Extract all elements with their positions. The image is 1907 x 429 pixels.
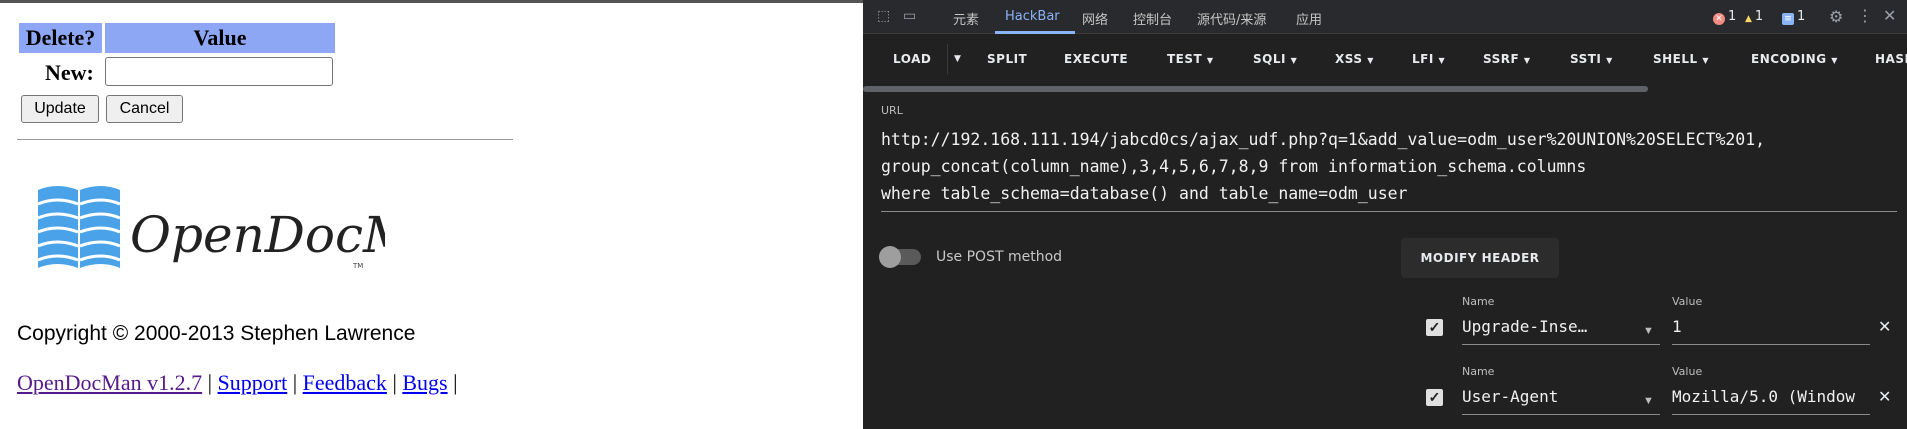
chevron-down-icon: ▼ xyxy=(1831,56,1838,65)
header-enabled-checkbox[interactable]: ✓ xyxy=(1426,319,1443,336)
logo-tm: TM xyxy=(352,262,363,270)
remove-header-icon[interactable]: ✕ xyxy=(1878,387,1891,407)
chevron-down-icon: ▼ xyxy=(1606,56,1613,65)
load-button[interactable]: LOAD xyxy=(893,52,931,66)
tab-application[interactable]: 应用 xyxy=(1296,9,1322,28)
test-menu-button[interactable]: TEST ▼ xyxy=(1167,52,1214,66)
url-label: URL xyxy=(881,104,903,117)
chevron-down-icon: ▼ xyxy=(1367,56,1374,65)
header-enabled-checkbox[interactable]: ✓ xyxy=(1426,389,1443,406)
chevron-down-icon: ▼ xyxy=(1206,56,1214,65)
feedback-link[interactable]: Feedback xyxy=(303,370,387,395)
bugs-link[interactable]: Bugs xyxy=(402,370,447,395)
cancel-button[interactable]: Cancel xyxy=(106,95,183,123)
footer-separator: | xyxy=(292,370,298,395)
chevron-down-icon[interactable]: ▼ xyxy=(1643,395,1654,407)
post-method-label: Use POST method xyxy=(936,249,1063,265)
url-field-underline xyxy=(881,211,1897,212)
devtools-tab-bar: ⬚ ▭ 元素 HackBar 网络 控制台 源代码/来源 应用 ✕ 1 ▲ 1 ≡ 1… xyxy=(863,0,1907,34)
page-top-border xyxy=(0,0,863,3)
settings-gear-icon[interactable]: ⚙ xyxy=(1829,7,1843,26)
footer-separator: | xyxy=(453,370,458,395)
chevron-down-icon: ▼ xyxy=(1438,56,1446,65)
url-textarea[interactable]: http://192.168.111.194/jabcd0cs/ajax_udf… xyxy=(881,126,1891,207)
chevron-down-icon: ▼ xyxy=(1290,56,1298,65)
header-value-label: Value xyxy=(1672,295,1703,308)
remove-header-icon[interactable]: ✕ xyxy=(1878,317,1891,337)
copyright-text: Copyright © 2000-2013 Stephen Lawrence xyxy=(17,322,416,345)
header-value-input[interactable]: Mozilla/5.0 (Window xyxy=(1672,387,1870,415)
warning-icon: ▲ xyxy=(1745,14,1752,24)
xss-menu-button[interactable]: XSS ▼ xyxy=(1335,52,1374,66)
device-toolbar-icon[interactable]: ▭ xyxy=(903,8,916,24)
modify-header-button[interactable]: MODIFY HEADER xyxy=(1401,238,1559,278)
value-column-header: Value xyxy=(105,23,335,53)
chevron-down-icon: ▼ xyxy=(1523,56,1531,65)
hackbar-toolbar: LOAD ▼ SPLIT EXECUTE TEST ▼ SQLI ▼ XSS ▼… xyxy=(863,35,1907,83)
hash-menu-button[interactable]: HASH xyxy=(1875,52,1907,66)
book-icon xyxy=(37,186,121,268)
web-page: Delete? Value New: Update Cancel OpenDoc… xyxy=(0,0,863,429)
header-value-label: Value xyxy=(1672,365,1703,378)
shell-menu-button[interactable]: SHELL ▼ xyxy=(1653,52,1709,66)
divider xyxy=(17,139,513,140)
load-dropdown-caret-icon[interactable]: ▼ xyxy=(954,54,961,64)
devtools-panel: ⬚ ▭ 元素 HackBar 网络 控制台 源代码/来源 应用 ✕ 1 ▲ 1 ≡ 1… xyxy=(863,0,1907,429)
error-icon: ✕ xyxy=(1713,13,1725,25)
ssti-menu-button[interactable]: SSTI ▼ xyxy=(1570,52,1613,66)
split-button[interactable]: SPLIT xyxy=(987,52,1027,66)
delete-column-header: Delete? xyxy=(19,23,102,53)
header-name-select[interactable]: Upgrade-Inse… xyxy=(1462,317,1660,345)
new-value-input[interactable] xyxy=(105,57,333,86)
close-devtools-icon[interactable]: ✕ xyxy=(1883,6,1896,25)
tab-console[interactable]: 控制台 xyxy=(1133,9,1172,28)
inspect-element-icon[interactable]: ⬚ xyxy=(877,8,890,24)
tab-elements[interactable]: 元素 xyxy=(953,9,979,28)
toolbar-scrollbar[interactable] xyxy=(863,86,1648,92)
messages-badge[interactable]: ≡ 1 xyxy=(1782,9,1805,25)
message-icon: ≡ xyxy=(1782,13,1794,25)
sqli-menu-button[interactable]: SQLI ▼ xyxy=(1253,52,1297,66)
version-link[interactable]: OpenDocMan v1.2.7 xyxy=(17,370,202,395)
toolbar-separator xyxy=(947,44,948,74)
opendocman-logo: OpenDocMan TM xyxy=(37,186,385,270)
header-name-label: Name xyxy=(1462,295,1495,308)
footer-separator: | xyxy=(207,370,213,395)
more-options-icon[interactable]: ⋮ xyxy=(1857,6,1873,25)
tab-sources[interactable]: 源代码/来源 xyxy=(1197,9,1266,28)
header-name-select[interactable]: User-Agent xyxy=(1462,387,1660,415)
execute-button[interactable]: EXECUTE xyxy=(1064,52,1128,66)
post-method-toggle-knob[interactable] xyxy=(879,246,901,268)
update-button[interactable]: Update xyxy=(21,95,99,123)
error-badge[interactable]: ✕ 1 xyxy=(1713,9,1736,25)
chevron-down-icon[interactable]: ▼ xyxy=(1643,325,1654,337)
warning-badge[interactable]: ▲ 1 xyxy=(1745,9,1763,25)
active-tab-indicator xyxy=(995,31,1075,34)
header-name-label: Name xyxy=(1462,365,1495,378)
header-value-input[interactable]: 1 xyxy=(1672,317,1870,345)
support-link[interactable]: Support xyxy=(218,370,288,395)
chevron-down-icon: ▼ xyxy=(1702,56,1710,65)
footer-links: OpenDocMan v1.2.7 | Support | Feedback |… xyxy=(17,370,458,396)
ssrf-menu-button[interactable]: SSRF ▼ xyxy=(1483,52,1531,66)
tab-hackbar[interactable]: HackBar xyxy=(1005,9,1060,24)
lfi-menu-button[interactable]: LFI ▼ xyxy=(1412,52,1445,66)
encoding-menu-button[interactable]: ENCODING ▼ xyxy=(1751,52,1838,66)
new-value-label: New: xyxy=(45,60,94,85)
tab-network[interactable]: 网络 xyxy=(1082,9,1108,28)
footer-separator: | xyxy=(392,370,397,395)
logo-wordmark: OpenDocMan xyxy=(130,206,385,264)
